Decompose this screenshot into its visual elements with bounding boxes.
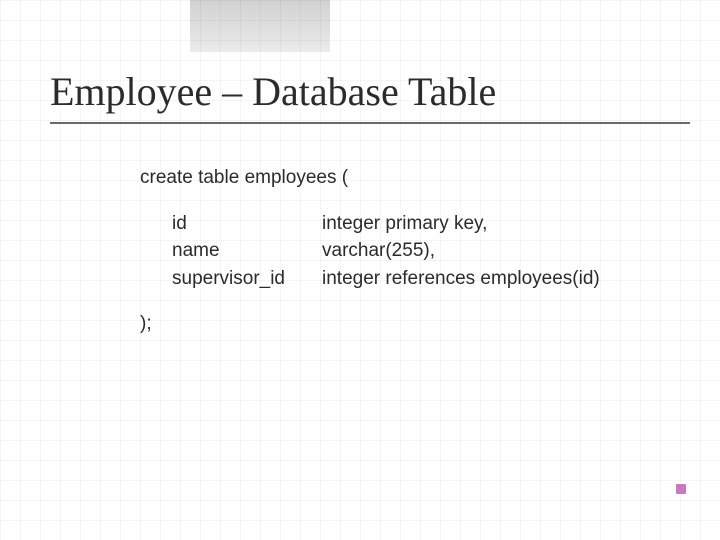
col-name: id xyxy=(172,210,322,238)
col-def: integer references employees(id) xyxy=(322,265,670,293)
page-title: Employee – Database Table xyxy=(0,0,720,122)
slide: Employee – Database Table create table e… xyxy=(0,0,720,540)
col-name: supervisor_id xyxy=(172,265,322,293)
sql-close-line: ); xyxy=(140,310,670,338)
sql-column-names: id name supervisor_id xyxy=(172,210,322,293)
title-block: Employee – Database Table xyxy=(0,0,720,124)
col-name: name xyxy=(172,237,322,265)
slide-marker-icon xyxy=(676,484,686,494)
sql-body: create table employees ( id name supervi… xyxy=(0,124,720,338)
title-shadow xyxy=(190,0,330,52)
sql-column-defs: integer primary key, varchar(255), integ… xyxy=(322,210,670,293)
col-def: integer primary key, xyxy=(322,210,670,238)
sql-open-line: create table employees ( xyxy=(140,164,670,192)
sql-columns: id name supervisor_id integer primary ke… xyxy=(172,210,670,293)
col-def: varchar(255), xyxy=(322,237,670,265)
